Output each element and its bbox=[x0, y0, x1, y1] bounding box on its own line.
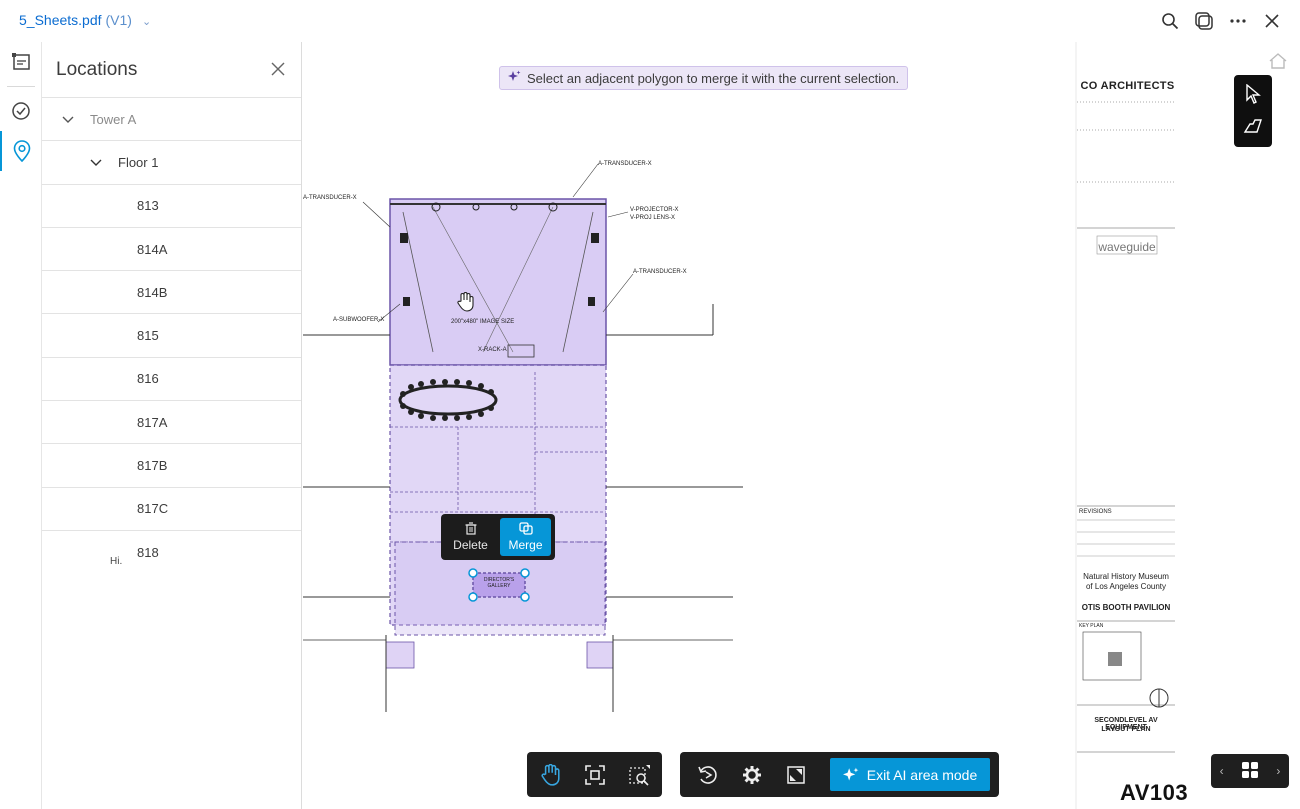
area-shape-icon[interactable] bbox=[1243, 118, 1263, 139]
banner-text: Select an adjacent polygon to merge it w… bbox=[527, 70, 900, 86]
sparkle-icon bbox=[842, 767, 859, 781]
previous-sheet-icon[interactable]: ‹ bbox=[1220, 764, 1224, 778]
project-line-2: of Los Angeles County bbox=[1085, 582, 1167, 591]
version-label[interactable]: (V1) bbox=[106, 12, 132, 28]
home-icon[interactable] bbox=[1268, 52, 1288, 75]
key-plan-label: KEY PLAN bbox=[1079, 623, 1104, 629]
location-label: 817A bbox=[137, 414, 168, 430]
label-projector: V-PROJECTOR-X bbox=[630, 207, 679, 213]
file-name[interactable]: 5_Sheets.pdf bbox=[19, 12, 102, 28]
next-sheet-icon[interactable]: › bbox=[1276, 764, 1280, 778]
delete-label: Delete bbox=[453, 538, 488, 552]
location-item[interactable]: 817B bbox=[42, 444, 301, 488]
select-cursor-icon[interactable] bbox=[1245, 83, 1261, 109]
location-pin-icon[interactable] bbox=[0, 131, 42, 171]
floor-label: Floor 1 bbox=[118, 154, 159, 170]
sheet-number: AV103 bbox=[1120, 780, 1189, 805]
location-label: 816 bbox=[137, 371, 159, 387]
sheet-title-line-2: LAYOUT PLAN bbox=[1101, 726, 1151, 733]
location-item[interactable]: 817A bbox=[42, 401, 301, 445]
grid-view-icon[interactable] bbox=[1241, 761, 1259, 782]
locations-panel: Locations Tower A Floor 1 813 814A 814B … bbox=[42, 42, 302, 809]
merge-hint-banner: Select an adjacent polygon to merge it w… bbox=[499, 66, 909, 90]
close-icon[interactable] bbox=[1260, 9, 1284, 33]
chevron-down-icon[interactable] bbox=[62, 112, 78, 127]
project-line-3: OTIS BOOTH PAVILION bbox=[1081, 603, 1171, 612]
zoom-window-icon[interactable] bbox=[622, 757, 658, 793]
exit-ai-area-mode-button[interactable]: Exit AI area mode bbox=[830, 758, 990, 791]
label-transducer-top: A-TRANSDUCER-X bbox=[598, 161, 652, 167]
fit-view-icon[interactable] bbox=[577, 757, 613, 793]
merge-button[interactable]: Merge bbox=[500, 518, 551, 556]
tower-label: Tower A bbox=[90, 111, 137, 127]
location-item[interactable]: 817C bbox=[42, 488, 301, 531]
view-toolbar: Exit AI area mode bbox=[680, 752, 999, 797]
location-item[interactable]: 818 bbox=[42, 531, 301, 574]
hint-text: Hi. bbox=[110, 556, 123, 567]
floor-plan-drawing bbox=[303, 42, 1175, 809]
label-gallery: DIRECTOR'S GALLERY bbox=[483, 577, 515, 589]
merge-icon bbox=[518, 522, 533, 535]
drawing-canvas[interactable]: A-TRANSDUCER-X V-PROJECTOR-X V-PROJ LENS… bbox=[303, 42, 1300, 809]
hand-cursor-icon bbox=[456, 292, 474, 317]
polygon-context-menu: Delete Merge bbox=[441, 514, 555, 560]
consultant-logo: waveguide bbox=[1098, 240, 1156, 254]
location-label: 813 bbox=[137, 198, 159, 214]
location-item[interactable]: 814A bbox=[42, 228, 301, 272]
compare-icon[interactable] bbox=[1192, 9, 1216, 33]
rotate-icon[interactable] bbox=[690, 757, 726, 793]
tree-item-tower[interactable]: Tower A bbox=[42, 98, 301, 142]
left-rail bbox=[0, 42, 42, 809]
location-item[interactable]: 814B bbox=[42, 271, 301, 315]
location-item[interactable]: 816 bbox=[42, 358, 301, 402]
firm-name: CO ARCHITECTS bbox=[1080, 80, 1175, 92]
polygon-theater bbox=[389, 198, 607, 366]
top-bar: 5_Sheets.pdf (V1) ⌄ bbox=[0, 0, 1300, 42]
checklist-icon[interactable] bbox=[0, 91, 42, 131]
location-label: 817C bbox=[137, 501, 169, 517]
location-item[interactable]: 813 bbox=[42, 185, 301, 228]
trash-icon bbox=[465, 522, 476, 535]
tree-item-floor[interactable]: Floor 1 bbox=[42, 141, 301, 185]
label-image-size: 200"x480" IMAGE SIZE bbox=[451, 319, 515, 325]
sheets-icon[interactable] bbox=[0, 42, 42, 82]
exit-label: Exit AI area mode bbox=[866, 766, 978, 783]
location-label: 814A bbox=[137, 241, 168, 257]
fullscreen-icon[interactable] bbox=[778, 757, 814, 793]
settings-icon[interactable] bbox=[734, 757, 770, 793]
location-label: 817B bbox=[137, 458, 168, 474]
delete-button[interactable]: Delete bbox=[445, 518, 496, 556]
label-rack: X-RACK-A bbox=[478, 347, 507, 353]
search-icon[interactable] bbox=[1158, 9, 1182, 33]
sparkle-icon bbox=[508, 70, 521, 86]
label-transducer-right: A-TRANSDUCER-X bbox=[633, 269, 687, 275]
navigation-toolbar bbox=[527, 752, 662, 797]
location-label: 814B bbox=[137, 284, 168, 300]
chevron-down-icon[interactable]: ⌄ bbox=[142, 16, 151, 28]
pan-hand-icon[interactable] bbox=[532, 757, 568, 793]
more-icon[interactable] bbox=[1226, 9, 1250, 33]
location-label: 815 bbox=[137, 328, 159, 344]
chevron-down-icon[interactable] bbox=[90, 155, 106, 170]
merge-label: Merge bbox=[508, 538, 543, 552]
panel-title: Locations bbox=[56, 59, 138, 80]
close-panel-icon[interactable] bbox=[267, 58, 289, 80]
revisions-label: REVISIONS bbox=[1079, 509, 1112, 515]
location-item[interactable]: 815 bbox=[42, 314, 301, 358]
label-transducer-left: A-TRANSDUCER-X bbox=[303, 195, 357, 201]
label-proj-lens: V-PROJ LENS-X bbox=[630, 215, 676, 221]
sheet-pager: ‹ › bbox=[1211, 754, 1289, 788]
label-subwoofer: A-SUBWOOFER-X bbox=[333, 317, 385, 323]
location-label: 818 bbox=[137, 545, 159, 561]
project-line-1: Natural History Museum bbox=[1083, 572, 1169, 581]
document-title[interactable]: 5_Sheets.pdf (V1) ⌄ bbox=[19, 12, 151, 28]
right-tool-palette bbox=[1234, 75, 1272, 147]
